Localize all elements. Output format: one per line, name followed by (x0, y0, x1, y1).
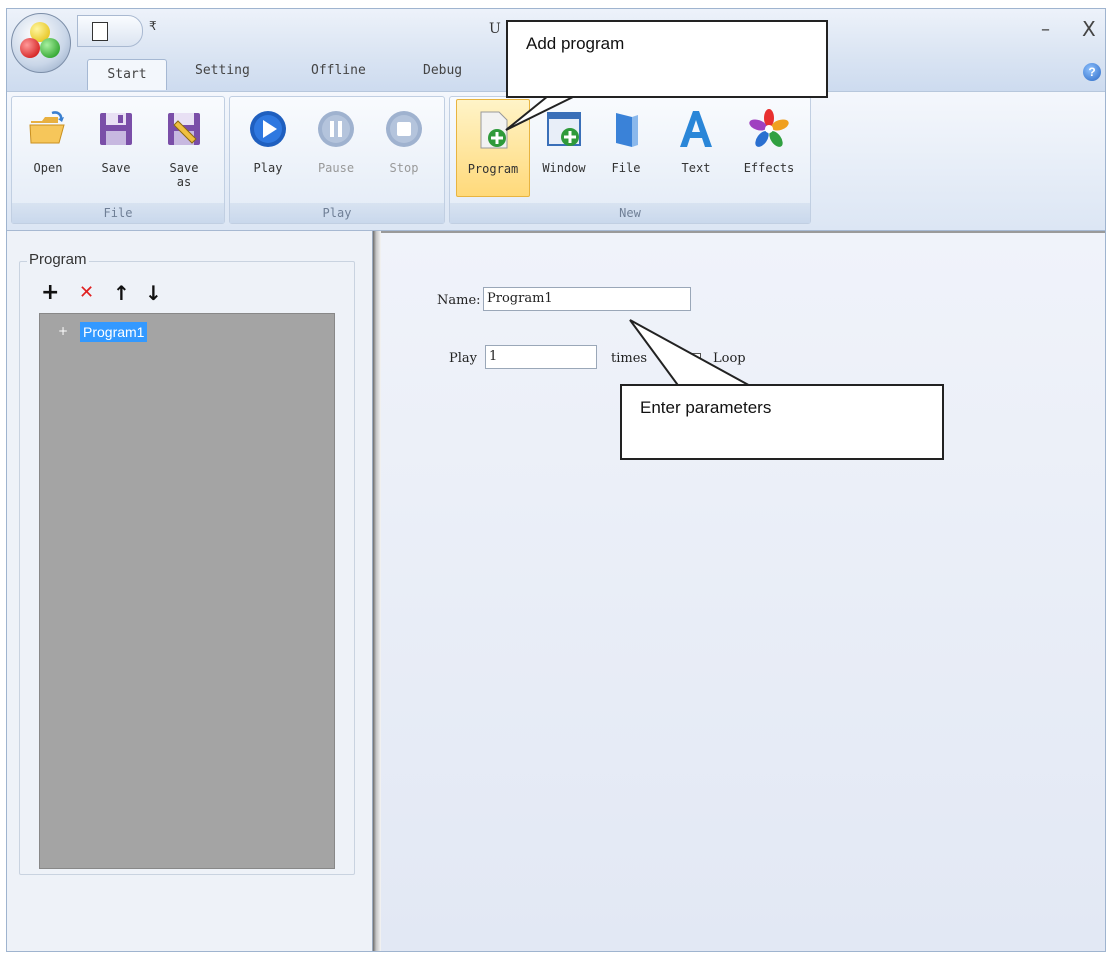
save-button[interactable]: Save (86, 99, 146, 197)
ribbon: Open Save Save as File Play Pause Stop P… (7, 91, 1105, 231)
stop-button[interactable]: Stop (374, 99, 434, 197)
text-icon (680, 111, 712, 147)
program-label: Program (467, 162, 519, 176)
program-tree[interactable]: + Program1 (39, 313, 335, 869)
open-button[interactable]: Open (18, 99, 78, 197)
tree-node-label[interactable]: Program1 (80, 322, 148, 342)
save-label: Save (101, 161, 131, 175)
move-down-icon[interactable]: ↓ (145, 281, 162, 305)
effects-button[interactable]: Effects (734, 99, 804, 197)
quick-access-toolbar[interactable] (77, 15, 143, 47)
loop-label: Loop (713, 351, 746, 366)
add-icon[interactable]: + (41, 281, 59, 305)
play-icon (250, 111, 286, 147)
new-document-icon[interactable] (92, 22, 108, 41)
file-button[interactable]: File (596, 99, 656, 197)
red-ball-icon (20, 38, 40, 58)
play-count-label: Play (449, 351, 477, 366)
tab-offline[interactable]: Offline (311, 63, 366, 78)
loop-checkbox[interactable] (687, 353, 701, 367)
green-ball-icon (40, 38, 60, 58)
app-window: ₹ U – X Start Setting Offline Debug ? Op… (6, 8, 1106, 952)
program-panel-title: Program (27, 251, 89, 268)
new-window-icon (547, 112, 581, 146)
floppy-disk-icon (100, 113, 132, 145)
file-group-label: File (12, 203, 224, 223)
text-label: Text (681, 161, 711, 175)
pause-button[interactable]: Pause (306, 99, 366, 197)
enter-parameters-callout-text: Enter parameters (640, 398, 772, 417)
play-count-field[interactable]: 1 (485, 345, 597, 369)
folder-open-icon (29, 111, 65, 144)
new-program-button[interactable]: Program (456, 99, 530, 197)
program-pane: Program + ✕ ↑ ↓ + Program1 (7, 231, 373, 951)
file-label: File (611, 161, 641, 175)
new-group: Program Window File Text Effects New (449, 96, 811, 224)
tab-debug[interactable]: Debug (423, 63, 462, 78)
tab-start[interactable]: Start (87, 59, 167, 90)
new-group-label: New (450, 203, 810, 223)
new-program-icon (480, 111, 508, 149)
file-group: Open Save Save as File (11, 96, 225, 224)
add-program-callout-text: Add program (526, 34, 625, 53)
new-window-button[interactable]: Window (534, 99, 594, 197)
save-as-icon (168, 113, 200, 145)
properties-pane: Name: Program1 Play 1 times Loop (381, 231, 1105, 951)
text-button[interactable]: Text (666, 99, 726, 197)
close-button[interactable]: X (1082, 17, 1096, 41)
minimize-button[interactable]: – (1041, 19, 1050, 40)
enter-parameters-callout: Enter parameters (620, 384, 944, 460)
name-label: Name: (437, 293, 481, 308)
qat-dropdown-icon[interactable]: ₹ (149, 19, 157, 33)
delete-icon[interactable]: ✕ (79, 281, 94, 305)
window-label: Window (542, 161, 586, 175)
add-program-callout: Add program (506, 20, 828, 98)
play-group-label: Play (230, 203, 444, 223)
play-button[interactable]: Play (238, 99, 298, 197)
application-menu-button[interactable] (11, 13, 71, 73)
name-field[interactable]: Program1 (483, 287, 691, 311)
effects-label: Effects (743, 161, 795, 175)
play-group: Play Pause Stop Play (229, 96, 445, 224)
effects-icon (749, 109, 789, 147)
pause-label: Pause (317, 161, 355, 175)
window-title: U (489, 21, 501, 37)
times-label: times (611, 351, 648, 366)
stop-label: Stop (389, 161, 419, 175)
tab-setting[interactable]: Setting (195, 63, 250, 78)
pane-splitter[interactable] (373, 231, 381, 951)
pause-icon (318, 111, 354, 147)
stop-icon (386, 111, 422, 147)
save-as-button[interactable]: Save as (154, 99, 214, 197)
save-as-label: Save as (169, 161, 199, 189)
open-label: Open (33, 161, 63, 175)
help-icon[interactable]: ? (1083, 63, 1101, 81)
play-label: Play (253, 161, 283, 175)
move-up-icon[interactable]: ↑ (113, 281, 130, 305)
file-icon (616, 113, 638, 147)
expand-icon[interactable]: + (58, 324, 68, 338)
